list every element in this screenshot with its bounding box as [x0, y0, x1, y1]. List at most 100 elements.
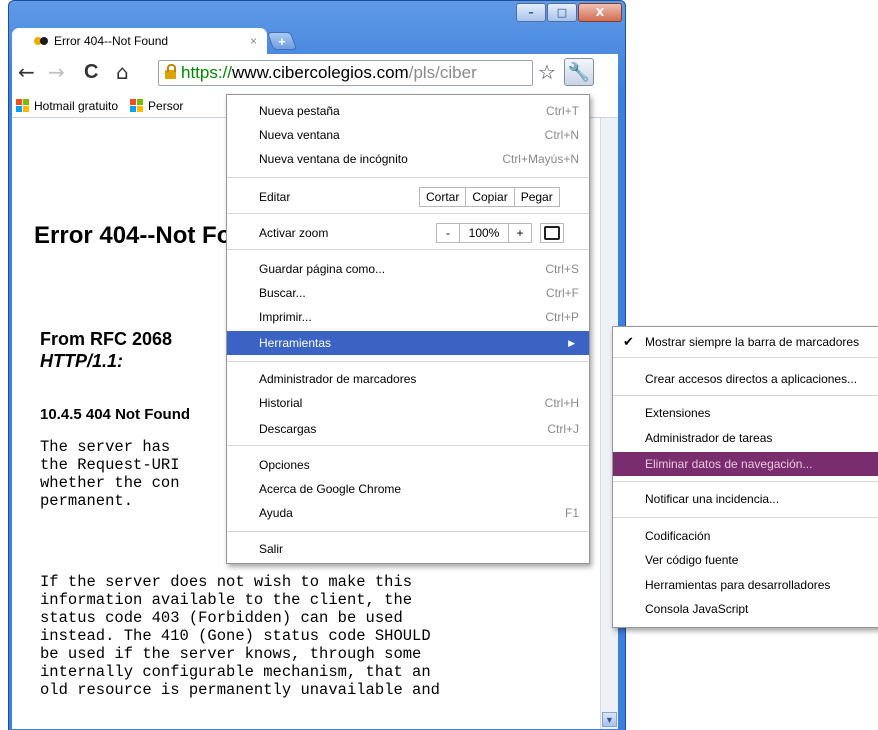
menu-item-marcadores[interactable]: Administrador de marcadores [227, 367, 589, 391]
window-controls: – □ X [516, 3, 622, 22]
menu-item-ayuda[interactable]: Ayuda F1 [227, 501, 589, 525]
submenu-item-codificacion[interactable]: Codificación [613, 524, 878, 548]
chevron-right-icon: ▶ [568, 337, 575, 348]
menu-item-label: Nueva ventana de incógnito [259, 152, 408, 166]
submenu-item-label: Notificar una incidencia... [645, 492, 780, 506]
paragraph-2: If the server does not wish to make this… [40, 573, 440, 699]
menu-item-salir[interactable]: Salir [227, 537, 589, 561]
zoom-controls: - 100% + [436, 223, 564, 243]
submenu-item-label: Extensiones [645, 406, 711, 420]
bookmark-hotmail[interactable]: Hotmail gratuito [16, 98, 119, 113]
menu-item-guardar[interactable]: Guardar página como... Ctrl+S [227, 257, 589, 281]
menu-item-nueva-ventana[interactable]: Nueva ventana Ctrl+N [227, 123, 589, 147]
wrench-menu-button[interactable]: 🔧 [564, 58, 594, 86]
shortcut-label: Ctrl+T [546, 104, 579, 118]
shortcut-label: Ctrl+H [544, 396, 579, 410]
wrench-icon: 🔧 [567, 61, 591, 82]
herramientas-submenu: ✔ Mostrar siempre la barra de marcadores… [612, 326, 878, 628]
menu-item-incognito[interactable]: Nueva ventana de incógnito Ctrl+Mayús+N [227, 147, 589, 171]
subtitle-line-1: From RFC 2068 [40, 329, 173, 349]
submenu-item-accesos-directos[interactable]: Crear accesos directos a aplicaciones... [613, 367, 878, 391]
menu-item-label: Buscar... [259, 286, 306, 300]
windows-flag-icon [16, 98, 30, 113]
menu-item-nueva-pestana[interactable]: Nueva pestaña Ctrl+T [227, 99, 589, 123]
menu-item-buscar[interactable]: Buscar... Ctrl+F [227, 281, 589, 305]
tab-title: Error 404--Not Found [54, 34, 169, 48]
paste-button[interactable]: Pegar [513, 187, 560, 207]
reload-button[interactable]: C [84, 60, 98, 84]
menu-separator [613, 357, 878, 358]
submenu-item-eliminar-datos[interactable]: Eliminar datos de navegación... [613, 452, 878, 476]
menu-item-label: Ayuda [259, 506, 293, 520]
submenu-item-label: Mostrar siempre la barra de marcadores [645, 335, 860, 349]
minimize-button[interactable]: – [516, 3, 546, 22]
home-button[interactable]: ⌂ [116, 60, 129, 84]
menu-item-label: Editar [259, 190, 291, 204]
fullscreen-button[interactable] [540, 223, 564, 243]
zoom-out-button[interactable]: - [436, 223, 460, 243]
paragraph-1: The server has the Request-URI whether t… [40, 438, 180, 510]
submenu-item-label: Herramientas para desarrolladores [645, 578, 831, 592]
menu-separator [227, 177, 589, 178]
forward-button[interactable]: → [48, 60, 65, 84]
tab-error-404[interactable]: Error 404--Not Found × [12, 28, 267, 54]
submenu-item-label: Consola JavaScript [645, 602, 749, 616]
menu-item-label: Administrador de marcadores [259, 372, 417, 386]
menu-item-opciones[interactable]: Opciones [227, 453, 589, 477]
bookmark-label: Persor [148, 98, 184, 113]
lock-icon [165, 64, 176, 79]
menu-item-label: Acerca de Google Chrome [259, 482, 402, 496]
fullscreen-icon [544, 226, 560, 240]
menu-separator [227, 361, 589, 362]
menu-separator [227, 445, 589, 446]
cut-button[interactable]: Cortar [419, 187, 467, 207]
menu-item-descargas[interactable]: Descargas Ctrl+J [227, 417, 589, 441]
shortcut-label: Ctrl+Mayús+N [502, 152, 579, 166]
submenu-item-label: Ver código fuente [645, 553, 739, 567]
chevron-down-icon: ▼ [605, 714, 614, 725]
submenu-item-notificar[interactable]: Notificar una incidencia... [613, 487, 878, 511]
bookmark-personalizar[interactable]: Persor [130, 98, 184, 113]
submenu-item-consola-js[interactable]: Consola JavaScript [613, 597, 878, 621]
menu-separator [613, 395, 878, 396]
submenu-item-label: Eliminar datos de navegación... [645, 457, 813, 471]
close-icon: X [595, 6, 605, 19]
bookmark-label: Hotmail gratuito [34, 98, 119, 113]
menu-item-label: Herramientas [259, 336, 332, 350]
scroll-down-button[interactable]: ▼ [602, 712, 617, 727]
shortcut-label: Ctrl+P [545, 310, 579, 324]
shortcut-label: Ctrl+F [546, 286, 579, 300]
menu-separator [227, 531, 589, 532]
address-bar[interactable]: https://www.cibercolegios.com/pls/ciber [158, 60, 533, 86]
submenu-item-mostrar-barra[interactable]: ✔ Mostrar siempre la barra de marcadores [613, 330, 878, 354]
bookmark-star-icon[interactable]: ☆ [538, 60, 556, 85]
submenu-item-herramientas-dev[interactable]: Herramientas para desarrolladores [613, 573, 878, 597]
menu-item-label: Salir [259, 542, 284, 556]
menu-item-label: Imprimir... [259, 310, 312, 324]
zoom-in-button[interactable]: + [508, 223, 532, 243]
subtitle-line-2: HTTP/1.1: [40, 351, 124, 371]
submenu-item-label: Crear accesos directos a aplicaciones... [645, 372, 858, 386]
maximize-button[interactable]: □ [547, 3, 577, 22]
back-button[interactable]: ← [18, 60, 35, 84]
toolbar: ← → C ⌂ https://www.cibercolegios.com/pl… [12, 54, 618, 94]
menu-item-herramientas[interactable]: Herramientas ▶ [227, 331, 589, 355]
submenu-item-codigo-fuente[interactable]: Ver código fuente [613, 548, 878, 572]
tab-close-icon[interactable]: × [250, 34, 257, 48]
menu-item-acerca[interactable]: Acerca de Google Chrome [227, 477, 589, 501]
wrench-menu: Nueva pestaña Ctrl+T Nueva ventana Ctrl+… [226, 94, 590, 564]
menu-item-historial[interactable]: Historial Ctrl+H [227, 391, 589, 415]
close-window-button[interactable]: X [578, 3, 622, 22]
menu-item-label: Nueva pestaña [259, 104, 340, 118]
menu-item-label: Opciones [259, 458, 310, 472]
edit-button-group: Cortar Copiar Pegar [419, 187, 560, 207]
menu-item-label: Guardar página como... [259, 262, 386, 276]
submenu-item-extensiones[interactable]: Extensiones [613, 401, 878, 425]
menu-item-imprimir[interactable]: Imprimir... Ctrl+P [227, 305, 589, 329]
submenu-item-admin-tareas[interactable]: Administrador de tareas [613, 426, 878, 450]
menu-item-label: Descargas [259, 422, 317, 436]
copy-button[interactable]: Copiar [465, 187, 515, 207]
url-path: /pls/ciber [408, 63, 477, 82]
maximize-icon: □ [556, 6, 568, 19]
menu-item-label: Historial [259, 396, 303, 410]
